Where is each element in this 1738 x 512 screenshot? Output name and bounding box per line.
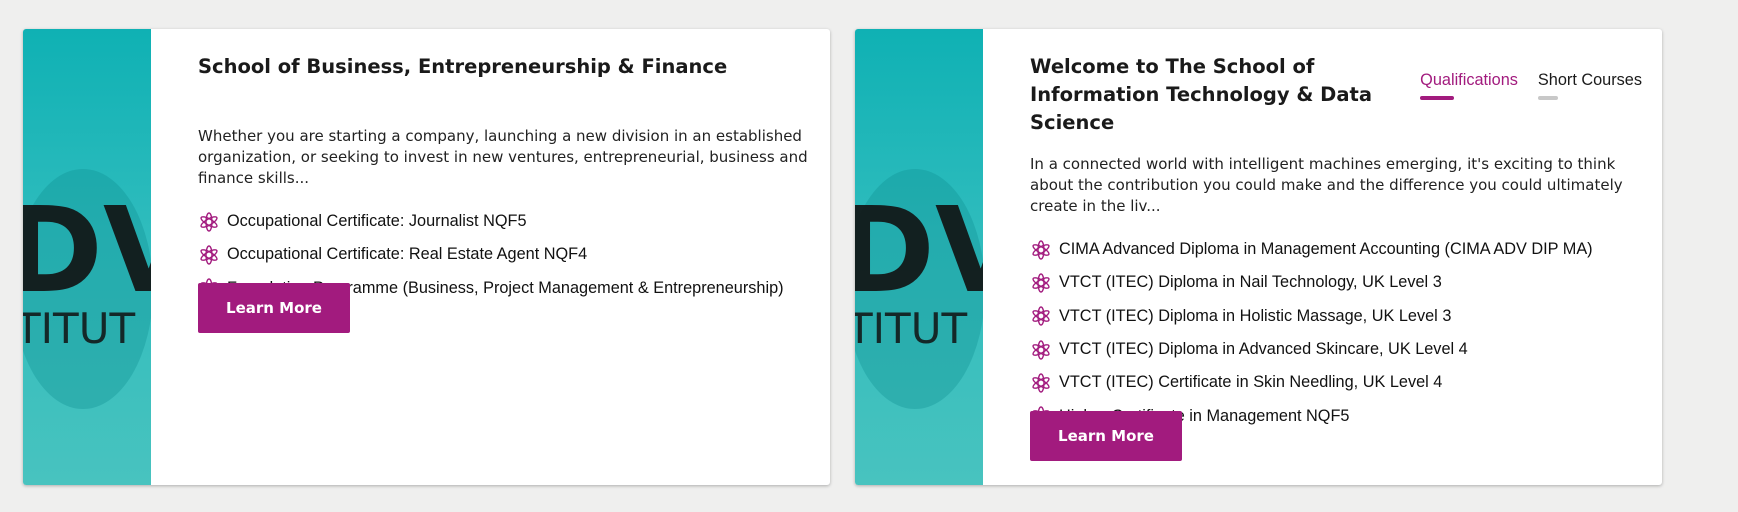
- asterisk-flower-icon: [1032, 339, 1050, 360]
- tab-label: Qualifications: [1420, 71, 1518, 89]
- tab-qualifications[interactable]: Qualifications: [1420, 71, 1518, 100]
- tab-label: Short Courses: [1537, 71, 1642, 89]
- card-title: Welcome to The School of Information Tec…: [1030, 55, 1373, 134]
- list-item[interactable]: VTCT (ITEC) Diploma in Holistic Massage,…: [1030, 300, 1593, 333]
- asterisk-flower-icon: [200, 211, 218, 232]
- learn-more-button[interactable]: Learn More: [1030, 411, 1182, 461]
- list-item[interactable]: Occupational Certificate: Real Estate Ag…: [198, 238, 784, 271]
- tab-short-courses[interactable]: Short Courses: [1537, 71, 1642, 100]
- svg-text:DV: DV: [23, 181, 151, 319]
- tab-underline: [1537, 96, 1558, 100]
- asterisk-flower-icon: [1032, 239, 1050, 260]
- list-item-label: Occupational Certificate: Journalist NQF…: [227, 212, 527, 231]
- course-card-business: DV TITUT School of Business, Entrepreneu…: [23, 29, 830, 485]
- course-list: CIMA Advanced Diploma in Management Acco…: [1030, 233, 1593, 433]
- tab-underline: [1420, 96, 1455, 100]
- course-card-it: DV TITUT Welcome to The School of Inform…: [855, 29, 1662, 485]
- list-item-label: VTCT (ITEC) Diploma in Holistic Massage,…: [1059, 306, 1452, 325]
- list-item[interactable]: VTCT (ITEC) Certificate in Skin Needling…: [1030, 366, 1593, 399]
- institute-logo-image: DV TITUT: [23, 29, 151, 485]
- card-description: Whether you are starting a company, laun…: [198, 127, 808, 187]
- list-item[interactable]: VTCT (ITEC) Diploma in Advanced Skincare…: [1030, 333, 1593, 366]
- list-item-label: Occupational Certificate: Real Estate Ag…: [227, 245, 588, 264]
- svg-text:TITUT: TITUT: [23, 304, 135, 353]
- list-item-label: VTCT (ITEC) Diploma in Advanced Skincare…: [1059, 340, 1468, 359]
- list-item[interactable]: Occupational Certificate: Journalist NQF…: [198, 205, 784, 238]
- list-item[interactable]: VTCT (ITEC) Diploma in Nail Technology, …: [1030, 266, 1593, 299]
- list-item-label: VTCT (ITEC) Certificate in Skin Needling…: [1059, 373, 1443, 392]
- card-description: In a connected world with intelligent ma…: [1030, 155, 1623, 215]
- institute-logo-image: DV TITUT: [855, 29, 983, 485]
- list-item-label: CIMA Advanced Diploma in Management Acco…: [1059, 240, 1593, 259]
- svg-text:TITUT: TITUT: [855, 304, 967, 353]
- asterisk-flower-icon: [1032, 306, 1050, 326]
- card-title: School of Business, Entrepreneurship & F…: [198, 55, 728, 78]
- asterisk-flower-icon: [200, 245, 218, 265]
- list-item[interactable]: CIMA Advanced Diploma in Management Acco…: [1030, 233, 1593, 266]
- tab-bar: Qualifications Short Courses: [1420, 71, 1642, 100]
- asterisk-flower-icon: [1032, 273, 1050, 293]
- asterisk-flower-icon: [1032, 373, 1050, 393]
- learn-more-button[interactable]: Learn More: [198, 283, 350, 333]
- svg-text:DV: DV: [855, 181, 983, 319]
- list-item-label: VTCT (ITEC) Diploma in Nail Technology, …: [1059, 273, 1442, 292]
